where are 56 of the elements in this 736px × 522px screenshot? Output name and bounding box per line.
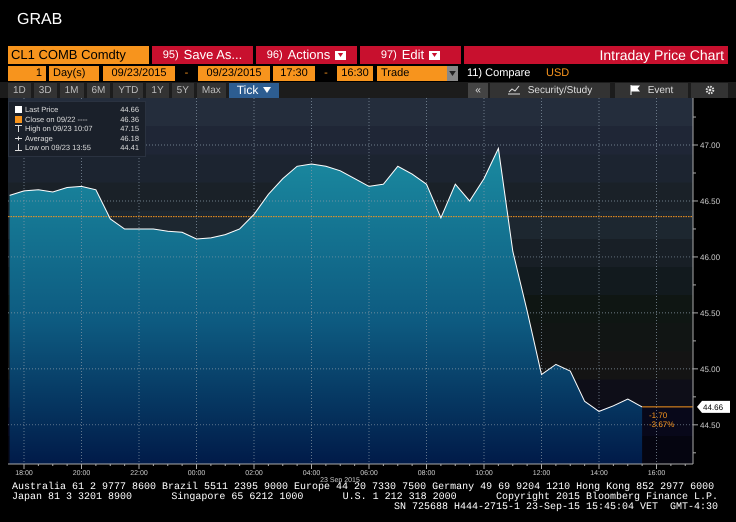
compare-button[interactable]: 11) Compare: [467, 65, 543, 82]
price-tag: 44.66: [697, 400, 730, 413]
chart-icon: [508, 85, 520, 95]
period-tab[interactable]: 3D: [34, 82, 57, 98]
footer-line: Australia 61 2 9777 8600 Brazil 5511 2395 9000 Europe 44 20 7330 7500 Germany 49 69 9204 1210 Hong Kong 852 2977 6000: [12, 483, 714, 493]
toolbar-button[interactable]: 96) Actions: [256, 46, 357, 64]
period-tab[interactable]: 6M: [86, 82, 110, 98]
collapse-button[interactable]: «: [468, 82, 488, 98]
period-tab[interactable]: 1Y: [146, 82, 169, 98]
settings-button[interactable]: [691, 82, 728, 98]
period-tab[interactable]: 5Y: [172, 82, 194, 98]
period-tab[interactable]: Tick: [228, 82, 280, 98]
chart-title: Intraday Price Chart: [464, 46, 728, 64]
footer-line: SN 725688 H444-2715-1 23-Sep-15 15:45:04 VET GMT-4:30: [394, 503, 718, 513]
caret-icon: [263, 87, 272, 93]
time-separator: -: [323, 66, 329, 82]
y-tick-label: 46.50: [700, 196, 720, 206]
toolbar-button[interactable]: 97) Edit: [360, 46, 461, 64]
footer-text: Singapore 65 6212 1000: [171, 493, 304, 503]
start-date-field[interactable]: 09/23/2015: [103, 66, 175, 81]
period-count-field[interactable]: 1: [8, 66, 46, 81]
y-tick-label: 47.00: [700, 141, 720, 150]
security-field[interactable]: CL1 COMB Comdty: [8, 46, 149, 64]
field-dropdown[interactable]: Trade: [377, 66, 458, 81]
event-button[interactable]: Event: [615, 82, 688, 98]
end-date-field[interactable]: 09/23/2015: [198, 66, 270, 81]
caret-icon: [431, 53, 438, 57]
low-marker-icon: [15, 144, 22, 152]
security-study-button[interactable]: Security/Study: [490, 82, 610, 98]
footer-text: U.S. 1 212 318 2000: [342, 493, 457, 503]
change-value: -1.70: [649, 410, 668, 420]
date-separator: -: [184, 66, 190, 82]
average-marker-icon: [15, 134, 22, 142]
change-percent: -3.67%: [649, 420, 674, 429]
caret-icon: [337, 53, 344, 57]
high-marker-icon: [15, 125, 22, 132]
y-tick-label: 46.00: [700, 252, 720, 262]
period-tab[interactable]: YTD: [113, 82, 144, 98]
period-unit-field[interactable]: Day(s): [49, 66, 99, 81]
y-tick-label: 45.00: [700, 364, 720, 374]
caret-icon: [449, 71, 456, 76]
y-tick-label: 44.50: [700, 420, 720, 430]
period-tab[interactable]: 1M: [60, 82, 84, 98]
period-tab[interactable]: Max: [196, 82, 226, 98]
footer-text: Copyright 2015 Bloomberg Finance L.P.: [496, 493, 718, 503]
currency-label: USD: [546, 66, 570, 82]
y-tick-label: 45.50: [700, 308, 720, 318]
start-time-field[interactable]: 17:30: [273, 66, 315, 81]
flag-icon: [630, 85, 640, 95]
window-title: GRAB: [17, 11, 62, 28]
last-price-line: [642, 406, 694, 408]
end-time-field[interactable]: 16:30: [337, 66, 373, 81]
settings-icon: [704, 85, 714, 95]
footer-text: Japan 81 3 3201 8900: [12, 493, 132, 503]
toolbar-button[interactable]: 95) Save As...: [152, 46, 253, 64]
period-tab[interactable]: 1D: [8, 82, 31, 98]
